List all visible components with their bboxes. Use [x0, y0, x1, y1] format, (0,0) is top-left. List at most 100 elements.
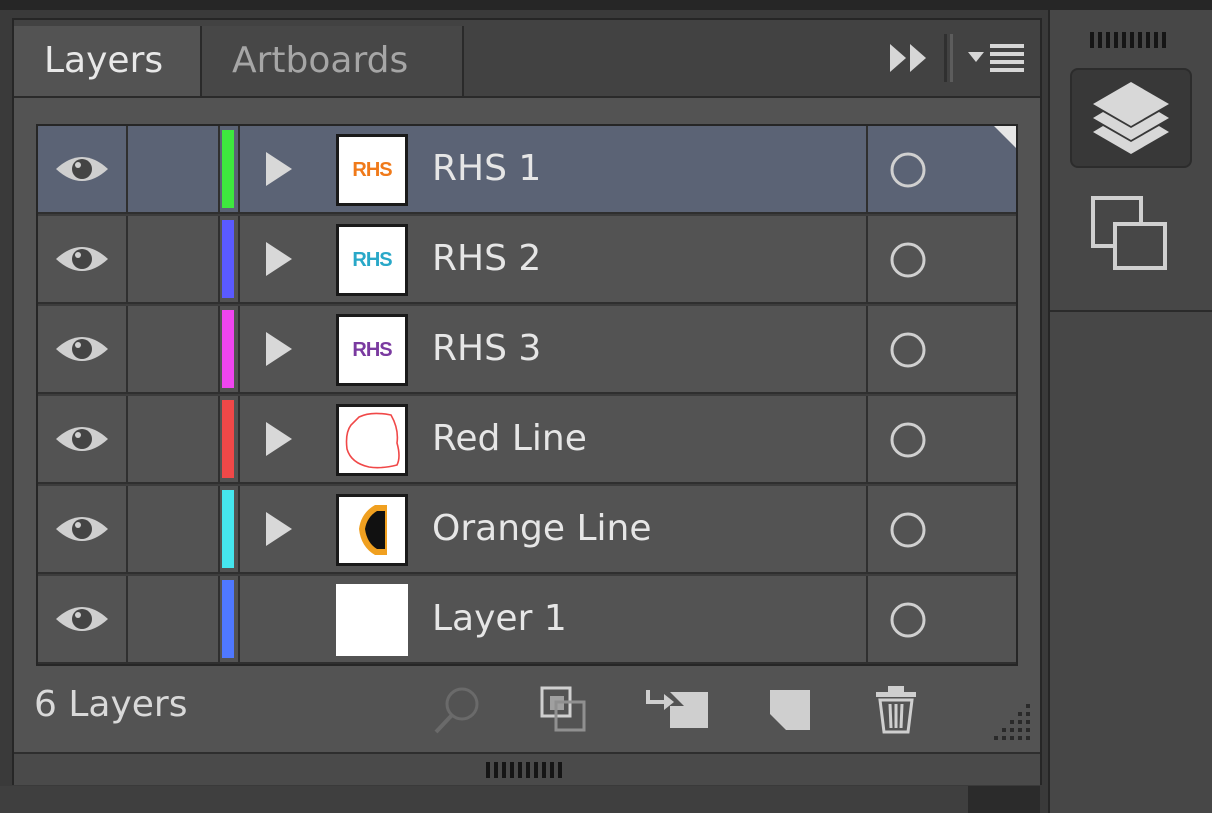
- search-icon[interactable]: [430, 684, 486, 740]
- triangle-right-icon[interactable]: [264, 152, 294, 186]
- layer-count: 6 Layers: [34, 684, 188, 725]
- right-dock: [1048, 10, 1212, 813]
- layer-row-layer-1[interactable]: Layer 1: [38, 576, 1016, 664]
- column-divider: [238, 126, 240, 212]
- dock-separator: [1050, 310, 1212, 312]
- tab-artboards[interactable]: Artboards: [202, 26, 464, 96]
- dock-layers-button[interactable]: [1070, 68, 1192, 168]
- lock-toggle[interactable]: [128, 396, 220, 482]
- layer-color-bar: [222, 310, 234, 388]
- column-divider: [866, 126, 868, 212]
- layer-color-bar: [222, 490, 234, 568]
- layer-thumbnail: [336, 494, 408, 566]
- trash-icon[interactable]: [870, 684, 922, 740]
- layer-thumbnail: RHS: [336, 134, 408, 206]
- visibility-toggle[interactable]: [38, 126, 128, 212]
- new-layer-icon[interactable]: [764, 684, 816, 740]
- circle-icon[interactable]: [888, 420, 928, 460]
- triangle-right-icon[interactable]: [264, 512, 294, 546]
- column-divider: [238, 306, 240, 392]
- circle-icon[interactable]: [888, 600, 928, 640]
- layers-list: RHS RHS 1 RHS RHS 2 RHS RHS 3 Red Line O…: [36, 124, 1018, 666]
- layer-name[interactable]: Red Line: [432, 396, 587, 482]
- eye-icon: [56, 427, 108, 451]
- panel-menu-icon[interactable]: [966, 40, 1026, 80]
- panel-tab-bar: Layers Artboards: [14, 20, 1040, 98]
- layer-row-orange-line[interactable]: Orange Line: [38, 486, 1016, 574]
- new-sublayer-icon[interactable]: [644, 684, 714, 740]
- eye-icon: [56, 337, 108, 361]
- thumbnail-text: RHS: [352, 158, 392, 181]
- layer-row-red-line[interactable]: Red Line: [38, 396, 1016, 484]
- clipping-mask-icon[interactable]: [538, 684, 590, 740]
- layer-color-bar: [222, 400, 234, 478]
- column-divider: [238, 396, 240, 482]
- visibility-toggle[interactable]: [38, 576, 128, 662]
- column-divider: [866, 396, 868, 482]
- eye-icon: [56, 607, 108, 631]
- double-chevron-icon[interactable]: [888, 40, 932, 80]
- lock-toggle[interactable]: [128, 216, 220, 302]
- layer-name[interactable]: Orange Line: [432, 486, 651, 572]
- circle-icon[interactable]: [888, 510, 928, 550]
- column-divider: [238, 216, 240, 302]
- visibility-toggle[interactable]: [38, 486, 128, 572]
- outer-bottom-dark-area: [968, 786, 1040, 813]
- red-outline-shape-icon: [345, 412, 400, 469]
- circle-icon[interactable]: [888, 150, 928, 190]
- layer-thumbnail: RHS: [336, 314, 408, 386]
- layers-panel: Layers Artboards RHS RHS 1 RHS RHS 2 RHS…: [12, 18, 1042, 785]
- column-divider: [238, 486, 240, 572]
- artboards-icon: [1091, 196, 1167, 270]
- column-divider: [866, 216, 868, 302]
- lock-toggle[interactable]: [128, 126, 220, 212]
- dock-grip-icon[interactable]: [1088, 30, 1174, 50]
- outer-bottom-area: [0, 786, 1040, 813]
- eye-icon: [56, 517, 108, 541]
- layer-color-bar: [222, 220, 234, 298]
- column-divider: [866, 576, 868, 662]
- window-top-strip: [0, 0, 1212, 10]
- panel-resize-handle[interactable]: [14, 752, 1040, 785]
- layer-thumbnail: RHS: [336, 224, 408, 296]
- visibility-toggle[interactable]: [38, 216, 128, 302]
- dock-artboards-button[interactable]: [1070, 186, 1192, 286]
- layer-name[interactable]: Layer 1: [432, 576, 567, 662]
- layer-name[interactable]: RHS 2: [432, 216, 541, 302]
- layer-row-rhs-2[interactable]: RHS RHS 2: [38, 216, 1016, 304]
- column-divider: [238, 576, 240, 662]
- grip-dots-icon: [486, 762, 562, 778]
- eye-icon: [56, 157, 108, 181]
- layer-thumbnail: [336, 404, 408, 476]
- resize-grip-icon[interactable]: [990, 700, 1034, 748]
- layer-row-rhs-3[interactable]: RHS RHS 3: [38, 306, 1016, 394]
- panel-footer: 6 Layers: [14, 670, 1040, 750]
- triangle-right-icon[interactable]: [264, 242, 294, 276]
- visibility-toggle[interactable]: [38, 306, 128, 392]
- triangle-right-icon[interactable]: [264, 332, 294, 366]
- visibility-toggle[interactable]: [38, 396, 128, 482]
- layer-row-rhs-1[interactable]: RHS RHS 1: [38, 126, 1016, 214]
- layers-stack-icon: [1093, 82, 1169, 154]
- layer-thumbnail: [336, 584, 408, 656]
- layer-name[interactable]: RHS 3: [432, 306, 541, 392]
- layer-color-bar: [222, 130, 234, 208]
- panel-controls: [888, 34, 1026, 82]
- circle-icon[interactable]: [888, 240, 928, 280]
- lock-toggle[interactable]: [128, 576, 220, 662]
- triangle-right-icon[interactable]: [264, 422, 294, 456]
- selection-corner-icon: [994, 126, 1016, 148]
- eye-icon: [56, 247, 108, 271]
- orange-line-shape-icon: [359, 505, 387, 555]
- tab-layers[interactable]: Layers: [14, 26, 202, 96]
- layer-color-bar: [222, 580, 234, 658]
- divider-grip-icon: [942, 34, 956, 86]
- circle-icon[interactable]: [888, 330, 928, 370]
- column-divider: [866, 306, 868, 392]
- thumbnail-text: RHS: [352, 248, 392, 271]
- lock-toggle[interactable]: [128, 486, 220, 572]
- lock-toggle[interactable]: [128, 306, 220, 392]
- column-divider: [866, 486, 868, 572]
- layer-name[interactable]: RHS 1: [432, 126, 541, 212]
- thumbnail-text: RHS: [352, 338, 392, 361]
